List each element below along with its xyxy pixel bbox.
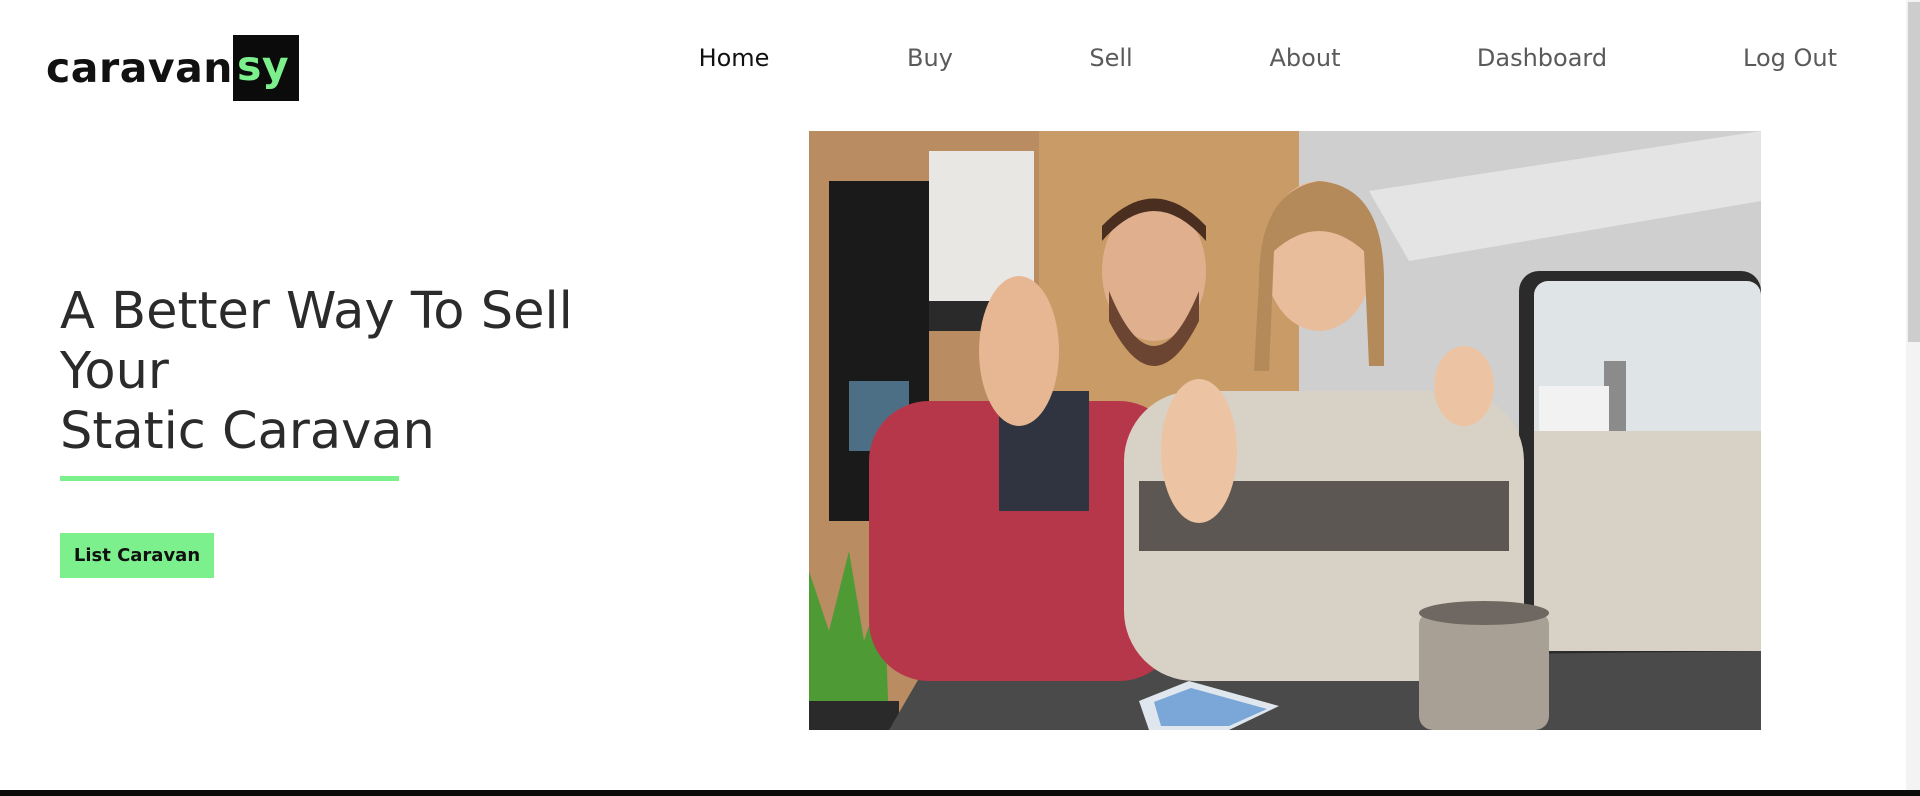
hero-photo-illustration	[809, 131, 1761, 730]
page: caravan sy Home Buy Sell About Dashboard …	[0, 0, 1920, 796]
nav-home[interactable]: Home	[699, 44, 770, 72]
hero-title: A Better Way To Sell Your Static Caravan	[60, 282, 620, 462]
vertical-scrollbar[interactable]	[1906, 0, 1920, 790]
hero-title-line-3: Static Caravan	[60, 402, 435, 461]
hero-title-line-2: Your	[60, 342, 169, 401]
nav-sell[interactable]: Sell	[1089, 44, 1132, 72]
nav-dashboard[interactable]: Dashboard	[1477, 44, 1607, 72]
scrollbar-thumb[interactable]	[1908, 2, 1920, 342]
footer-bar	[0, 790, 1920, 796]
main-nav: Home Buy Sell About Dashboard Log Out	[0, 44, 1920, 84]
hero-image	[809, 131, 1761, 730]
nav-buy[interactable]: Buy	[907, 44, 953, 72]
list-caravan-button[interactable]: List Caravan	[60, 533, 214, 578]
nav-about[interactable]: About	[1270, 44, 1341, 72]
nav-logout[interactable]: Log Out	[1743, 44, 1837, 72]
title-underline	[60, 476, 399, 481]
hero-title-line-1: A Better Way To Sell	[60, 282, 573, 341]
